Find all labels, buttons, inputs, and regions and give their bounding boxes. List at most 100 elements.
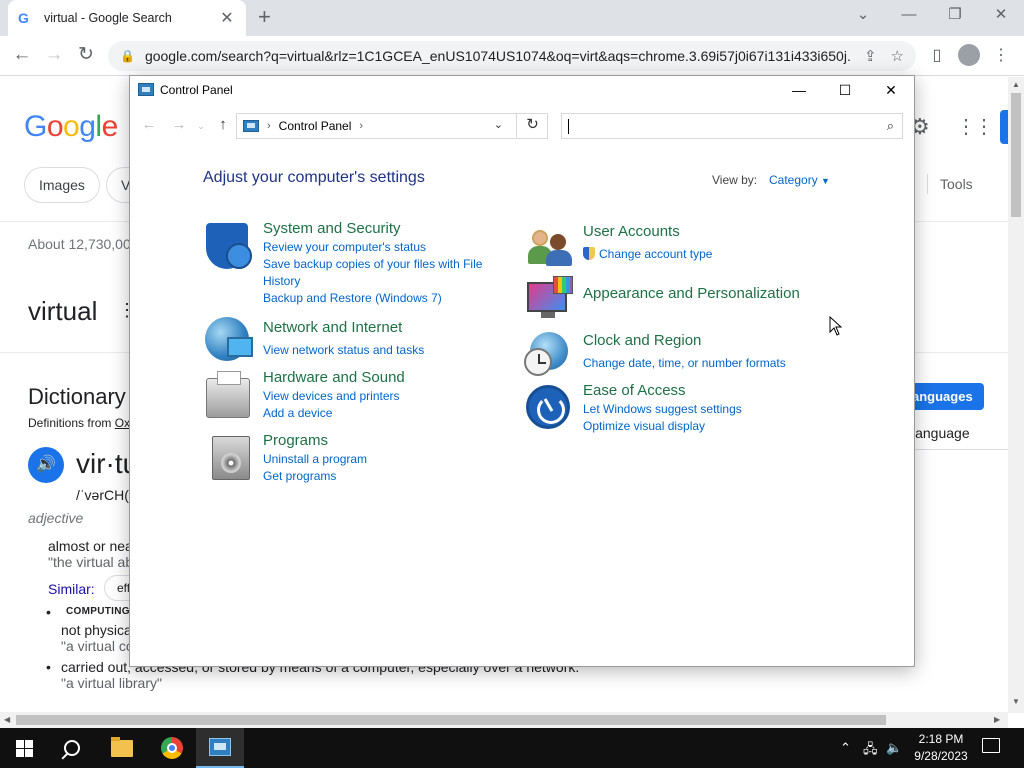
link-file-history[interactable]: Save backup copies of your files with Fi… xyxy=(263,256,482,273)
link-uninstall-program[interactable]: Uninstall a program xyxy=(263,451,367,468)
address-bar[interactable]: 🔒 google.com/search?q=virtual&rlz=1C1GCE… xyxy=(108,41,916,71)
profile-avatar[interactable] xyxy=(958,44,980,66)
definition-2: not physica xyxy=(61,622,132,638)
breadcrumb-separator-icon[interactable]: › xyxy=(267,120,271,132)
forward-arrow-icon[interactable]: → xyxy=(170,116,188,133)
taskbar-file-explorer[interactable] xyxy=(98,728,146,768)
link-file-history-cont[interactable]: History xyxy=(263,273,482,290)
definition-1: almost or nea xyxy=(48,538,133,554)
up-arrow-icon[interactable]: ↑ xyxy=(214,116,232,133)
start-button[interactable] xyxy=(0,728,48,768)
link-add-device[interactable]: Add a device xyxy=(263,405,405,422)
languages-button[interactable]: anguages xyxy=(906,383,984,410)
computing-label: COMPUTING xyxy=(66,606,130,617)
chrome-menu-icon[interactable]: ⋮ xyxy=(990,45,1012,65)
tools-button[interactable]: Tools xyxy=(940,176,973,192)
view-by-dropdown[interactable]: Category ▼ xyxy=(769,173,830,187)
scroll-down-icon[interactable]: ▼ xyxy=(1012,697,1020,706)
control-panel-titlebar[interactable]: Control Panel — ☐ ✕ xyxy=(130,76,914,104)
taskbar-time[interactable]: 2:18 PM xyxy=(912,732,970,746)
taskbar-control-panel[interactable] xyxy=(196,728,244,768)
link-optimize-display[interactable]: Optimize visual display xyxy=(583,418,742,435)
category-title[interactable]: Clock and Region xyxy=(583,331,786,351)
maximize-button[interactable]: ☐ xyxy=(822,76,868,104)
category-title[interactable]: Network and Internet xyxy=(263,318,424,338)
browser-restore-button[interactable]: ❐ xyxy=(932,4,978,26)
chrome-icon xyxy=(161,737,183,759)
taskbar-chrome[interactable] xyxy=(148,728,196,768)
breadcrumb-control-panel[interactable]: Control Panel xyxy=(279,119,352,133)
category-title[interactable]: Ease of Access xyxy=(583,381,742,401)
link-change-account-type[interactable]: Change account type xyxy=(583,246,712,263)
category-appearance: Appearance and Personalization xyxy=(583,284,800,304)
clock-region-icon[interactable] xyxy=(524,332,570,376)
user-accounts-icon[interactable] xyxy=(528,226,572,266)
taskbar-search-button[interactable] xyxy=(48,728,96,768)
notifications-icon[interactable] xyxy=(982,738,1000,753)
horizontal-scrollbar[interactable]: ◀ ▶ xyxy=(0,712,1008,728)
address-dropdown-icon[interactable]: ⌄ xyxy=(494,118,503,131)
browser-close-button[interactable]: ✕ xyxy=(978,4,1024,26)
part-of-speech: adjective xyxy=(28,510,84,526)
pronounce-speaker-icon[interactable]: 🔊 xyxy=(28,447,64,483)
taskbar-date[interactable]: 9/28/2023 xyxy=(908,749,974,763)
ease-of-access-icon[interactable] xyxy=(526,385,570,429)
link-network-status[interactable]: View network status and tasks xyxy=(263,342,424,359)
link-review-status[interactable]: Review your computer's status xyxy=(263,239,482,256)
back-arrow-icon[interactable]: ← xyxy=(140,116,158,133)
appearance-icon[interactable] xyxy=(527,276,573,320)
result-stats: About 12,730,00 xyxy=(28,236,131,252)
back-arrow-icon[interactable]: ← xyxy=(10,44,34,66)
vertical-scroll-thumb[interactable] xyxy=(1011,93,1021,217)
search-input[interactable]: ⌕ xyxy=(561,113,903,139)
scroll-left-icon[interactable]: ◀ xyxy=(4,715,10,724)
category-system-security: System and Security Review your computer… xyxy=(263,219,482,307)
search-icon[interactable]: ⌕ xyxy=(887,118,894,134)
link-suggest-settings[interactable]: Let Windows suggest settings xyxy=(583,401,742,418)
horizontal-scroll-thumb[interactable] xyxy=(16,715,886,725)
vertical-scrollbar[interactable]: ▲ ▼ xyxy=(1008,77,1024,713)
scroll-right-icon[interactable]: ▶ xyxy=(994,715,1000,724)
recent-locations-icon[interactable]: ⌄ xyxy=(192,121,210,132)
category-title[interactable]: Appearance and Personalization xyxy=(583,284,800,304)
new-tab-button[interactable]: + xyxy=(258,6,271,28)
refresh-icon[interactable]: ↻ xyxy=(516,113,548,139)
language-label: language xyxy=(912,425,970,441)
reload-icon[interactable]: ↻ xyxy=(74,44,98,66)
bookmark-star-icon[interactable]: ☆ xyxy=(891,47,904,65)
category-title[interactable]: User Accounts xyxy=(583,222,712,242)
breadcrumb-separator-icon[interactable]: › xyxy=(359,120,363,132)
chip-images[interactable]: Images xyxy=(24,167,100,203)
category-title[interactable]: System and Security xyxy=(263,219,482,239)
tab-search-icon[interactable]: ⌄ xyxy=(840,4,886,26)
scroll-up-icon[interactable]: ▲ xyxy=(1012,80,1020,89)
bullet-icon: • xyxy=(46,604,51,620)
close-button[interactable]: ✕ xyxy=(868,76,914,104)
category-programs: Programs Uninstall a program Get program… xyxy=(263,431,367,485)
share-icon[interactable]: ⇪ xyxy=(864,47,877,65)
link-date-time-formats[interactable]: Change date, time, or number formats xyxy=(583,355,786,372)
address-bar[interactable]: › Control Panel › ⌄ xyxy=(236,113,548,139)
network-globe-icon[interactable] xyxy=(205,317,253,361)
programs-icon[interactable] xyxy=(212,436,250,480)
google-logo[interactable]: Google xyxy=(24,110,118,144)
link-get-programs[interactable]: Get programs xyxy=(263,468,367,485)
link-backup-restore[interactable]: Backup and Restore (Windows 7) xyxy=(263,290,482,307)
minimize-button[interactable]: — xyxy=(776,76,822,104)
shield-icon[interactable] xyxy=(206,223,252,269)
side-panel-icon[interactable]: ▯ xyxy=(926,45,948,65)
printer-icon[interactable] xyxy=(206,371,250,418)
tab-close-icon[interactable]: ✕ xyxy=(218,8,236,28)
link-devices-printers[interactable]: View devices and printers xyxy=(263,388,405,405)
browser-tab[interactable]: G virtual - Google Search ✕ xyxy=(8,0,246,36)
browser-minimize-button[interactable]: — xyxy=(886,4,932,26)
category-title[interactable]: Programs xyxy=(263,431,367,451)
tray-overflow-icon[interactable]: ⌃ xyxy=(840,740,851,756)
network-icon[interactable]: 🖧 xyxy=(863,740,878,762)
language-underline xyxy=(906,449,1008,450)
category-title[interactable]: Hardware and Sound xyxy=(263,368,405,388)
query-title: virtual xyxy=(28,296,98,326)
forward-arrow-icon[interactable]: → xyxy=(42,44,66,66)
category-hardware-sound: Hardware and Sound View devices and prin… xyxy=(263,368,405,422)
volume-muted-icon[interactable]: 🔈 xyxy=(886,740,902,756)
